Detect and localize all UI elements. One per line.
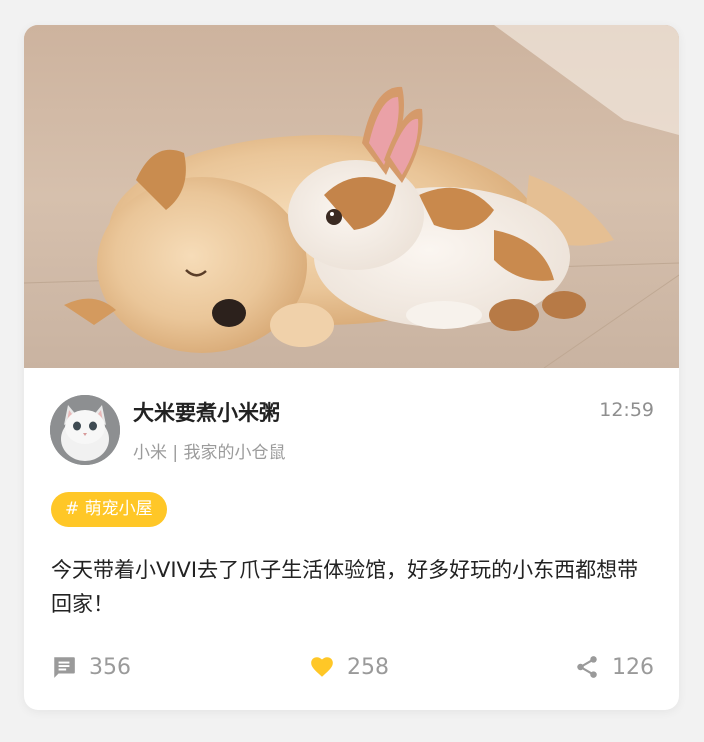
- share-count: 126: [612, 654, 654, 680]
- comment-button[interactable]: 356: [51, 649, 131, 685]
- puppy-and-rabbit-image: [24, 25, 679, 368]
- like-button[interactable]: 258: [309, 649, 389, 685]
- like-count: 258: [347, 654, 389, 680]
- share-button[interactable]: 126: [574, 649, 654, 685]
- topic-tag[interactable]: # 萌宠小屋: [51, 492, 167, 527]
- author-name[interactable]: 大米要煮小米粥: [133, 397, 280, 427]
- share-icon: [574, 654, 600, 680]
- cat-avatar-image: [50, 395, 120, 465]
- post-card[interactable]: 大米要煮小米粥 小米 | 我家的小仓鼠 12:59 # 萌宠小屋 今天带着小VI…: [24, 25, 679, 710]
- author-meta: 小米 | 我家的小仓鼠: [133, 443, 286, 463]
- action-bar: 356 258 126: [51, 649, 654, 685]
- avatar[interactable]: [50, 395, 120, 465]
- post-photo[interactable]: [24, 25, 679, 368]
- comment-count: 356: [89, 654, 131, 680]
- comment-icon: [51, 654, 77, 680]
- author-row: 大米要煮小米粥 小米 | 我家的小仓鼠 12:59: [50, 395, 654, 465]
- heart-icon: [309, 654, 335, 680]
- post-time: 12:59: [599, 399, 654, 421]
- post-content: 今天带着小VIVI去了爪子生活体验馆，好多好玩的小东西都想带回家！: [51, 558, 639, 616]
